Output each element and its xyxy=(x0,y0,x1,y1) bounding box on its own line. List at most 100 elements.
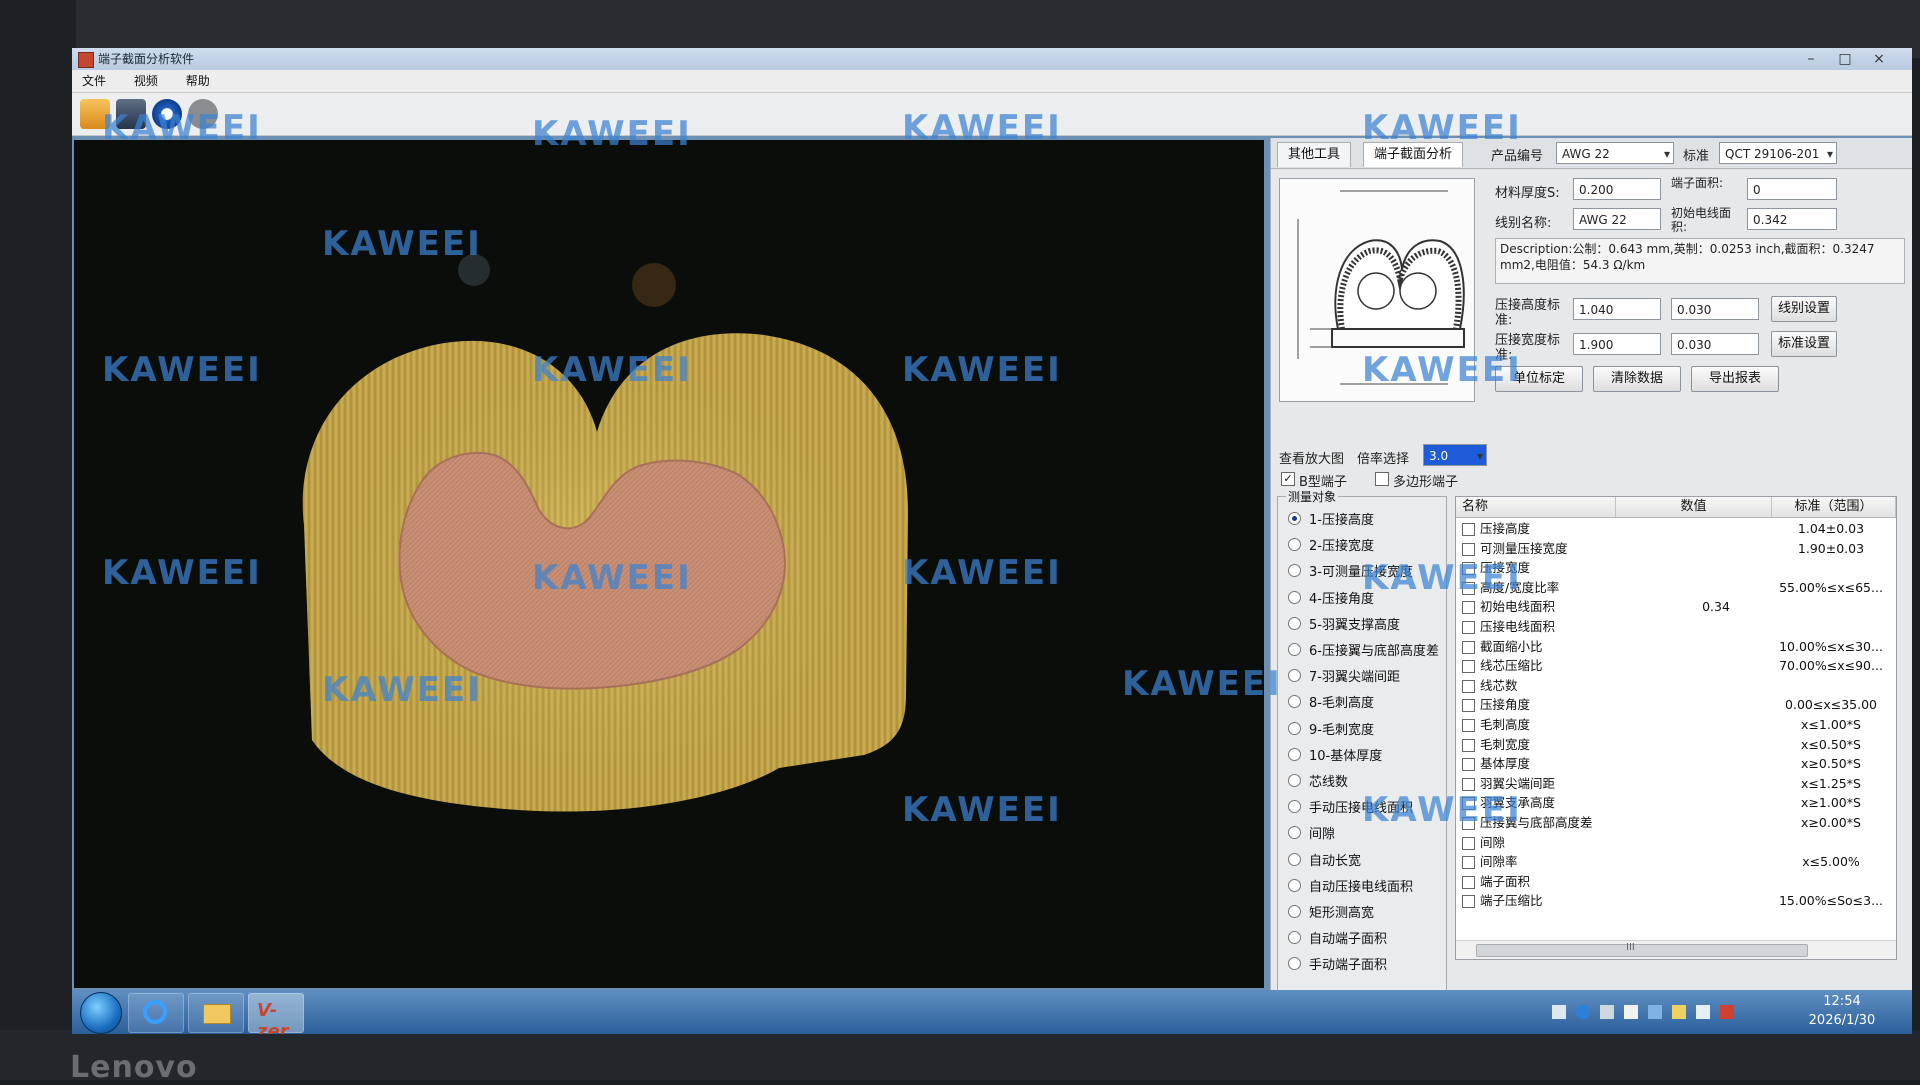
radio-button[interactable] xyxy=(1288,721,1301,735)
table-row[interactable]: 线芯压缩比 70.00%≤x≤90... xyxy=(1456,656,1896,676)
row-checkbox[interactable] xyxy=(1462,601,1475,615)
crimp-height-tolerance-input[interactable]: 0.030 xyxy=(1671,298,1759,320)
measure-option[interactable]: 自动压接电线面积 xyxy=(1288,878,1413,898)
maximize-button[interactable]: □ xyxy=(1830,48,1860,70)
network-icon[interactable] xyxy=(1648,1005,1662,1019)
table-row[interactable]: 压接翼与底部高度差 x≥0.00*S xyxy=(1456,813,1896,833)
terminal-area-input[interactable]: 0 xyxy=(1747,178,1837,200)
crimp-width-input[interactable]: 1.900 xyxy=(1573,333,1661,355)
usb-icon[interactable] xyxy=(1600,1005,1614,1019)
horizontal-scrollbar[interactable]: III xyxy=(1456,940,1896,959)
row-checkbox[interactable] xyxy=(1462,562,1475,576)
measure-option[interactable]: 手动压接电线面积 xyxy=(1288,799,1413,819)
tab-terminal-analysis[interactable]: 端子截面分析 xyxy=(1363,142,1464,167)
table-row[interactable]: 间隙率 x≤5.00% xyxy=(1456,852,1896,872)
radio-button[interactable] xyxy=(1288,878,1301,892)
stop-icon[interactable] xyxy=(188,99,218,129)
table-row[interactable]: 端子压缩比 15.00%≤So≤3... xyxy=(1456,891,1896,911)
polygon-terminal-checkbox[interactable] xyxy=(1375,472,1389,486)
row-checkbox[interactable] xyxy=(1462,836,1475,850)
radio-button[interactable] xyxy=(1288,564,1301,578)
radio-button[interactable] xyxy=(1288,695,1301,709)
crimp-height-input[interactable]: 1.040 xyxy=(1573,298,1661,320)
row-checkbox[interactable] xyxy=(1462,581,1475,595)
table-row[interactable]: 压接电线面积 xyxy=(1456,617,1896,637)
radio-button[interactable] xyxy=(1288,931,1301,945)
clock[interactable]: 12:54 2026/1/30 xyxy=(1792,992,1892,1030)
volume-icon[interactable] xyxy=(1696,1005,1710,1019)
table-row[interactable]: 毛刺高度 x≤1.00*S xyxy=(1456,715,1896,735)
table-row[interactable]: 间隙 xyxy=(1456,833,1896,853)
unit-calibration-button[interactable]: 单位标定 xyxy=(1495,366,1583,392)
standard-select[interactable]: QCT 29106-201 xyxy=(1719,142,1837,164)
row-checkbox[interactable] xyxy=(1462,523,1475,536)
measure-option[interactable]: 矩形测高宽 xyxy=(1288,904,1374,924)
radio-button[interactable] xyxy=(1288,800,1301,814)
table-row[interactable]: 端子面积 xyxy=(1456,872,1896,892)
wire-name-input[interactable]: AWG 22 xyxy=(1573,208,1661,230)
row-checkbox[interactable] xyxy=(1462,679,1475,693)
display-icon[interactable] xyxy=(1720,1005,1734,1019)
close-button[interactable]: × xyxy=(1864,48,1894,70)
table-row[interactable]: 截面缩小比 10.00%≤x≤30... xyxy=(1456,637,1896,657)
row-checkbox[interactable] xyxy=(1462,797,1475,811)
table-row[interactable]: 压接角度 0.00≤x≤35.00 xyxy=(1456,695,1896,715)
table-row[interactable]: 毛刺宽度 x≤0.50*S xyxy=(1456,735,1896,755)
app-taskbar-button[interactable]: V-zer xyxy=(248,993,304,1034)
help-icon[interactable] xyxy=(1576,1005,1590,1019)
flag-icon[interactable] xyxy=(1624,1005,1638,1019)
file-explorer-icon[interactable] xyxy=(188,993,244,1033)
radio-button[interactable] xyxy=(1288,774,1301,787)
start-button[interactable] xyxy=(80,992,122,1034)
measure-option[interactable]: 芯线数 xyxy=(1288,773,1348,793)
table-row[interactable]: 高度/宽度比率 55.00%≤x≤65... xyxy=(1456,578,1896,598)
measure-option[interactable]: 7-羽翼尖端间距 xyxy=(1288,668,1400,688)
table-row[interactable]: 可测量压接宽度 1.90±0.03 xyxy=(1456,539,1896,559)
radio-button[interactable] xyxy=(1288,616,1301,630)
measure-option[interactable]: 手动端子面积 xyxy=(1288,956,1387,976)
radio-button[interactable] xyxy=(1288,747,1301,761)
table-row[interactable]: 羽翼支承高度 x≥1.00*S xyxy=(1456,793,1896,813)
open-folder-icon[interactable] xyxy=(80,99,110,129)
radio-button[interactable] xyxy=(1288,643,1301,656)
row-checkbox[interactable] xyxy=(1462,699,1475,713)
measure-option[interactable]: 9-毛刺宽度 xyxy=(1288,721,1374,741)
keyboard-icon[interactable] xyxy=(1552,1005,1566,1019)
radio-button[interactable] xyxy=(1288,905,1301,918)
column-standard[interactable]: 标准（范围） xyxy=(1772,497,1896,517)
column-value[interactable]: 数值 xyxy=(1616,497,1772,517)
measure-option[interactable]: 1-压接高度 xyxy=(1288,511,1374,531)
measure-option[interactable]: 8-毛刺高度 xyxy=(1288,694,1374,714)
magnification-select[interactable]: 3.0 xyxy=(1423,444,1487,466)
row-checkbox[interactable] xyxy=(1462,856,1475,870)
measure-option[interactable]: 间隙 xyxy=(1288,825,1335,845)
export-report-button[interactable]: 导出报表 xyxy=(1691,366,1779,392)
radio-button[interactable] xyxy=(1288,538,1301,552)
row-checkbox[interactable] xyxy=(1462,895,1475,909)
cross-section-image-view[interactable] xyxy=(74,140,1264,988)
measure-option[interactable]: 自动端子面积 xyxy=(1288,930,1387,950)
table-row[interactable]: 基体厚度 x≥0.50*S xyxy=(1456,754,1896,774)
measure-option[interactable]: 5-羽翼支撑高度 xyxy=(1288,616,1400,636)
menu-file[interactable]: 文件 xyxy=(82,74,106,88)
menu-video[interactable]: 视频 xyxy=(134,74,158,88)
zoom-view-label[interactable]: 查看放大图 xyxy=(1279,448,1344,467)
menu-help[interactable]: 帮助 xyxy=(186,74,210,88)
table-row[interactable]: 压接宽度 xyxy=(1456,558,1896,578)
table-row[interactable]: 初始电线面积 0.34 xyxy=(1456,597,1896,617)
row-checkbox[interactable] xyxy=(1462,660,1475,674)
clear-data-button[interactable]: 清除数据 xyxy=(1593,366,1681,392)
radio-button[interactable] xyxy=(1288,826,1301,840)
radio-button[interactable] xyxy=(1288,590,1301,604)
table-row[interactable]: 线芯数 xyxy=(1456,676,1896,696)
table-row[interactable]: 压接高度 1.04±0.03 xyxy=(1456,519,1896,539)
row-checkbox[interactable] xyxy=(1462,758,1475,772)
scrollbar-thumb[interactable] xyxy=(1476,944,1808,957)
row-checkbox[interactable] xyxy=(1462,719,1475,732)
row-checkbox[interactable] xyxy=(1462,817,1475,830)
row-checkbox[interactable] xyxy=(1462,621,1475,634)
b-terminal-checkbox[interactable]: ✓ xyxy=(1281,472,1295,486)
radio-button[interactable] xyxy=(1288,669,1301,683)
shield-icon[interactable] xyxy=(1672,1005,1686,1019)
radio-button[interactable] xyxy=(1288,957,1301,971)
